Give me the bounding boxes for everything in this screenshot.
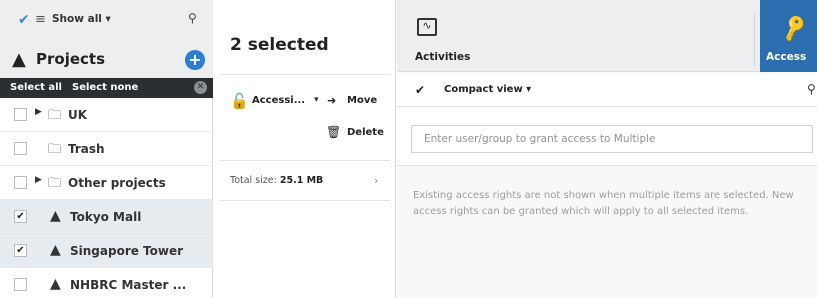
tree-item-label: Trash	[68, 142, 105, 156]
tab-access[interactable]: 🔑 Access	[760, 0, 817, 72]
select-none-button[interactable]: Select none	[72, 82, 138, 93]
delete-button[interactable]: Delete	[347, 127, 384, 138]
divider	[754, 14, 755, 66]
selection-bar: Select all Select none ✕	[0, 78, 213, 98]
tree-item[interactable]: ▶ 🗀 Other projects	[0, 166, 213, 200]
chevron-right-icon[interactable]: ›	[374, 174, 378, 187]
access-toolbar: ✔ Compact view ▾ ⚲	[397, 73, 817, 107]
move-arrow-icon: ➜	[327, 94, 337, 107]
tree-item-label: Other projects	[68, 176, 166, 190]
page-title: Projects	[36, 50, 106, 68]
search-icon[interactable]: ⚲	[188, 11, 197, 25]
tree-item[interactable]: ▶ 🗀 UK	[0, 98, 213, 132]
project-icon: ▲	[12, 49, 26, 70]
tree-item[interactable]: ✔ ▲ Tokyo Mall	[0, 200, 213, 234]
lock-icon: 🔓	[230, 92, 249, 110]
total-size-value: 25.1 MB	[279, 175, 324, 186]
app-window: ✔ ≡ Show all ▾ ⚲ ▲ Projects + Select all…	[0, 0, 817, 298]
tree-item[interactable]: ✔ ▲ Singapore Tower	[0, 234, 213, 268]
tree-item-checkbox[interactable]	[14, 142, 27, 155]
move-button[interactable]: Move	[347, 95, 377, 106]
check-icon[interactable]: ✔	[18, 12, 30, 28]
tree-item[interactable]: ▲ NHBRC Master ...	[0, 268, 213, 298]
tree-item-checkbox[interactable]	[14, 176, 27, 189]
clear-selection-icon[interactable]: ✕	[194, 81, 207, 94]
tree-item-label: Singapore Tower	[70, 244, 184, 258]
divider	[220, 200, 390, 201]
tab-access-label: Access	[766, 51, 807, 63]
access-dropdown[interactable]: Accessi...	[252, 95, 305, 106]
grant-access-area	[397, 108, 817, 166]
folder-icon: 🗀	[48, 108, 62, 123]
tree-item[interactable]: 🗀 Trash	[0, 132, 213, 166]
folder-icon: 🗀	[48, 176, 62, 191]
expand-arrow-icon[interactable]: ▶	[35, 107, 42, 117]
detail-tabs: ∿ Activities 🔑 Access	[397, 0, 817, 72]
search-icon[interactable]: ⚲	[807, 82, 816, 96]
project-icon: ▲	[50, 208, 61, 224]
details-panel: ∿ Activities 🔑 Access ✔ Compact view ▾ ⚲…	[397, 0, 817, 298]
add-project-button[interactable]: +	[185, 50, 205, 70]
total-size[interactable]: Total size: 25.1 MB	[230, 175, 323, 186]
total-size-label: Total size:	[230, 175, 277, 186]
folder-icon: 🗀	[48, 142, 62, 157]
tree-item-label: UK	[68, 108, 88, 122]
tab-activities[interactable]: Activities	[415, 51, 470, 63]
trash-icon: 🗑	[326, 125, 342, 139]
list-icon[interactable]: ≡	[35, 12, 46, 27]
tree-item-checkbox[interactable]: ✔	[14, 244, 27, 257]
select-all-button[interactable]: Select all	[10, 82, 62, 93]
key-icon: 🔑	[778, 12, 811, 44]
tree-item-checkbox[interactable]	[14, 278, 27, 291]
check-icon[interactable]: ✔	[415, 83, 425, 97]
caret-down-icon[interactable]: ▾	[314, 95, 319, 105]
divider	[220, 74, 390, 75]
show-all-dropdown[interactable]: Show all ▾	[52, 13, 111, 25]
project-icon: ▲	[50, 242, 61, 258]
tree-item-label: NHBRC Master ...	[70, 278, 187, 292]
selection-panel: 2 selected 🔓 Accessi... ▾ ➜ Move 🗑 Delet…	[214, 0, 396, 298]
tree-item-checkbox[interactable]: ✔	[14, 210, 27, 223]
projects-header: ▲ Projects +	[0, 42, 213, 78]
compact-view-dropdown[interactable]: Compact view ▾	[444, 84, 531, 95]
tree-item-label: Tokyo Mall	[70, 210, 142, 224]
tree-item-checkbox[interactable]	[14, 108, 27, 121]
project-icon: ▲	[50, 276, 61, 292]
activity-icon[interactable]: ∿	[417, 18, 437, 36]
expand-arrow-icon[interactable]: ▶	[35, 175, 42, 185]
selection-heading: 2 selected	[230, 35, 329, 55]
info-text: Existing access rights are not shown whe…	[413, 190, 794, 217]
sidebar-toolbar: ✔ ≡ Show all ▾ ⚲	[0, 0, 213, 42]
projects-sidebar: ✔ ≡ Show all ▾ ⚲ ▲ Projects + Select all…	[0, 0, 213, 298]
grant-access-input[interactable]	[411, 125, 813, 153]
divider	[220, 160, 390, 161]
